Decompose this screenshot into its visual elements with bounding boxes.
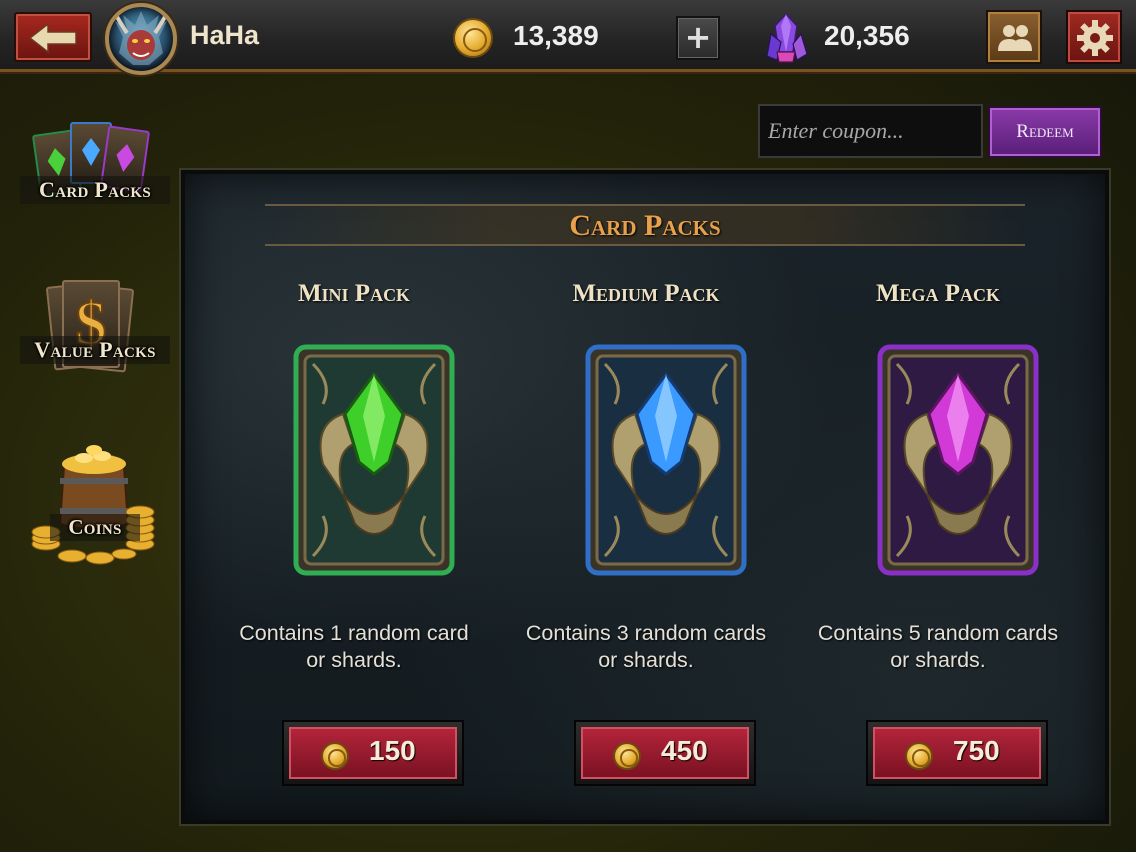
back-arrow-icon <box>28 22 77 54</box>
coin-barrel-icon <box>28 444 158 568</box>
pack-description: Contains 1 random card or shards. <box>199 620 509 674</box>
add-gold-button[interactable]: + <box>676 16 720 60</box>
gear-icon <box>1077 20 1113 56</box>
coin-icon <box>321 742 349 770</box>
pack-price: 150 <box>369 735 416 766</box>
player-name: HaHa <box>190 20 260 50</box>
pack-description-line: Contains 3 random cards <box>525 621 767 645</box>
coin-icon <box>613 742 641 770</box>
sidebar-item-card-packs[interactable]: Card Packs <box>20 120 170 210</box>
top-bar: HaHa 13,389 + 20,356 <box>0 0 1136 75</box>
buy-button-face: 750 <box>873 727 1041 779</box>
gem-icon <box>766 12 808 63</box>
pack-description-line: or shards. <box>306 648 402 672</box>
buy-button-face: 450 <box>581 727 749 779</box>
coupon-input[interactable] <box>758 104 983 158</box>
pack-name: Mega Pack <box>875 280 1001 307</box>
buy-button-face: 150 <box>289 727 457 779</box>
mega-pack-card-icon[interactable] <box>877 344 1039 576</box>
pack-name: Medium Pack <box>572 280 720 307</box>
panel-title: Card Packs <box>569 209 721 242</box>
title-banner: Card Packs <box>265 204 1025 246</box>
mini-pack-card-icon[interactable] <box>293 344 455 576</box>
pack-description-line: Contains 5 random cards <box>817 621 1059 645</box>
medium-pack-card-icon[interactable] <box>585 344 747 576</box>
sidebar-item-value-packs[interactable]: $ Value Packs <box>20 278 170 378</box>
pack-price: 750 <box>953 735 1000 766</box>
coin-icon <box>905 742 933 770</box>
sidebar-label-value-packs: Value Packs <box>20 336 170 364</box>
pack-description: Contains 5 random cards or shards. <box>783 620 1093 674</box>
sidebar-label-coins: Coins <box>50 514 140 541</box>
demon-portrait-icon <box>113 11 169 65</box>
plus-icon: + <box>684 18 712 56</box>
friends-button[interactable] <box>986 10 1042 64</box>
pack-description-line: or shards. <box>598 648 694 672</box>
gold-balance: 13,389 <box>513 20 599 51</box>
pack-description: Contains 3 random cards or shards. <box>491 620 801 674</box>
sidebar-item-coins[interactable]: Coins <box>20 444 170 570</box>
friends-icon <box>998 25 1032 51</box>
pack-description-line: Contains 1 random card <box>239 621 469 645</box>
sidebar-label-card-packs: Card Packs <box>20 176 170 204</box>
coin-icon <box>453 18 493 58</box>
gem-balance: 20,356 <box>824 20 910 51</box>
settings-button[interactable] <box>1066 10 1122 64</box>
buy-medium-pack-button[interactable]: 450 <box>574 720 756 786</box>
back-button[interactable] <box>14 12 92 62</box>
buy-mini-pack-button[interactable]: 150 <box>282 720 464 786</box>
player-avatar[interactable] <box>105 3 177 75</box>
pack-price: 450 <box>661 735 708 766</box>
pack-description-line: or shards. <box>890 648 986 672</box>
redeem-button[interactable]: Redeem <box>988 106 1102 158</box>
buy-mega-pack-button[interactable]: 750 <box>866 720 1048 786</box>
pack-name: Mini Pack <box>297 280 411 307</box>
card-packs-panel: Card Packs Mini Pack Contains 1 random c… <box>181 170 1109 824</box>
